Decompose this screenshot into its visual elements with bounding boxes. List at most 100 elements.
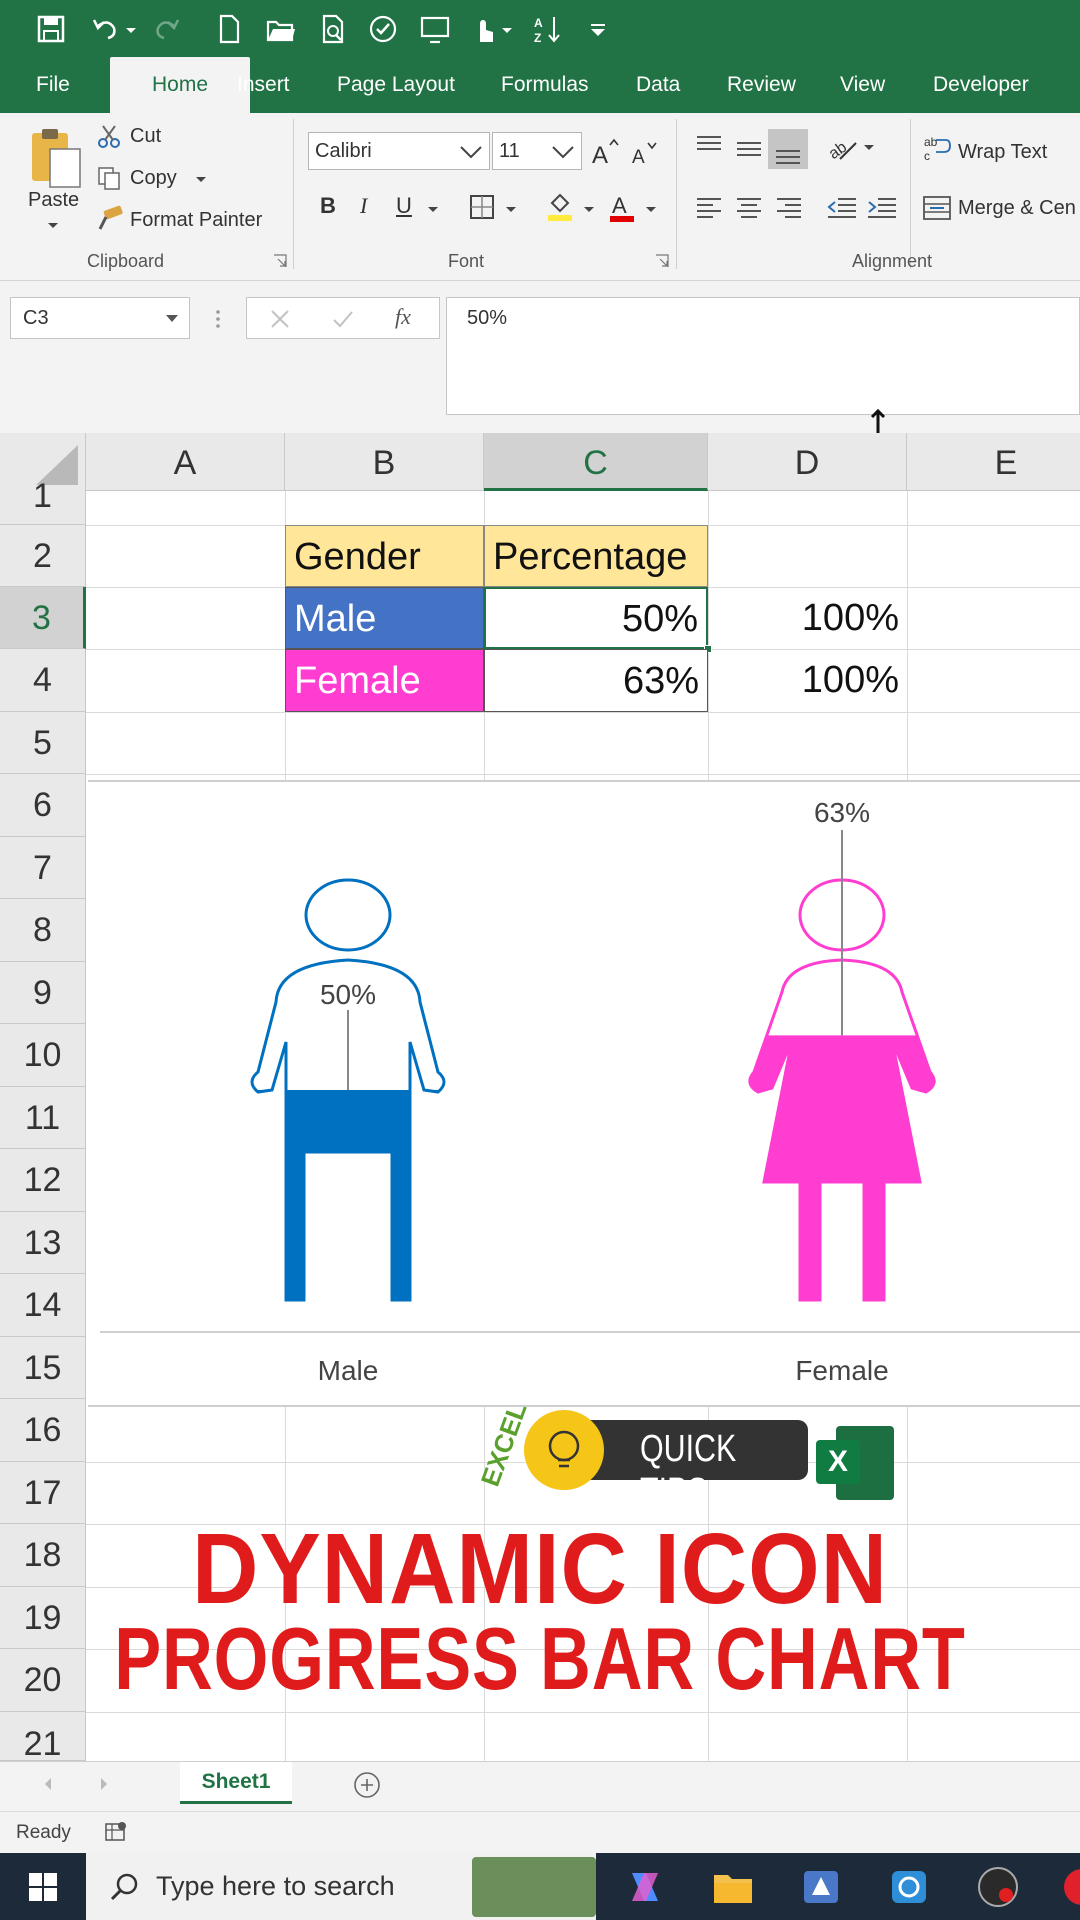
undo-icon[interactable] [88, 12, 122, 46]
macro-record-icon[interactable] [104, 1820, 128, 1844]
decrease-font-icon[interactable]: A [630, 139, 658, 167]
cell-d-male[interactable]: 100% [708, 587, 907, 649]
row-header[interactable]: 7 [0, 837, 86, 899]
paste-dropdown-icon[interactable] [46, 219, 60, 233]
bold-button[interactable]: B [320, 193, 336, 219]
more-options-icon[interactable] [212, 307, 224, 331]
row-header[interactable]: 3 [0, 587, 86, 649]
name-box-dropdown-icon[interactable] [164, 313, 180, 325]
new-file-icon[interactable] [212, 12, 246, 46]
cell-percentage-female[interactable]: 63% [484, 649, 708, 712]
fill-color-icon[interactable] [544, 191, 576, 223]
row-header[interactable]: 6 [0, 774, 86, 837]
row-header[interactable]: 13 [0, 1212, 86, 1274]
font-color-icon[interactable]: A [608, 191, 638, 223]
column-header-a[interactable]: A [86, 433, 285, 491]
font-launcher-icon[interactable] [654, 253, 670, 269]
copy-icon[interactable] [96, 165, 122, 191]
touch-dropdown-icon[interactable] [500, 12, 514, 46]
clipboard-launcher-icon[interactable] [272, 253, 288, 269]
row-header[interactable]: 11 [0, 1087, 86, 1149]
tab-insert[interactable]: Insert [237, 57, 290, 113]
redo-icon[interactable] [150, 12, 184, 46]
copy-dropdown-icon[interactable] [194, 173, 208, 187]
scroll-right-icon[interactable] [96, 1776, 112, 1792]
row-header[interactable]: 9 [0, 962, 86, 1024]
align-left-icon[interactable] [694, 195, 724, 221]
cell-gender-male[interactable]: Male [285, 587, 484, 649]
tab-developer[interactable]: Developer [933, 57, 1029, 113]
screen-capture-icon[interactable] [418, 12, 452, 46]
wrap-text-button[interactable]: Wrap Text [958, 141, 1047, 164]
tab-page-layout[interactable]: Page Layout [337, 57, 455, 113]
icon-progress-chart[interactable]: 50% 63% Male Female [88, 780, 1080, 1407]
row-header[interactable]: 12 [0, 1149, 86, 1212]
font-color-dropdown-icon[interactable] [644, 203, 658, 217]
decrease-indent-icon[interactable] [826, 195, 858, 221]
file-explorer-icon[interactable] [712, 1867, 754, 1907]
row-header[interactable]: 1 [0, 479, 86, 525]
row-header[interactable]: 14 [0, 1274, 86, 1337]
print-preview-icon[interactable] [316, 12, 350, 46]
tab-review[interactable]: Review [727, 57, 796, 113]
row-header[interactable]: 5 [0, 712, 86, 774]
sync-app-icon[interactable] [888, 1867, 930, 1907]
row-header[interactable]: 4 [0, 649, 86, 712]
orientation-dropdown-icon[interactable] [862, 141, 876, 155]
increase-indent-icon[interactable] [866, 195, 898, 221]
merge-center-icon[interactable] [922, 193, 952, 223]
touch-mode-icon[interactable] [466, 12, 500, 46]
underline-dropdown-icon[interactable] [426, 203, 440, 217]
header-cell-gender[interactable]: Gender [285, 525, 484, 587]
row-header[interactable]: 8 [0, 899, 86, 962]
borders-dropdown-icon[interactable] [504, 203, 518, 217]
paste-button[interactable]: Paste [28, 189, 79, 212]
chevron-down-icon[interactable] [458, 143, 484, 161]
column-header-e[interactable]: E [907, 433, 1080, 491]
cancel-icon[interactable] [269, 308, 291, 330]
save-icon[interactable] [34, 12, 68, 46]
cell-percentage-male[interactable]: 50% [484, 587, 708, 649]
scroll-left-icon[interactable] [40, 1776, 56, 1792]
cell-d-female[interactable]: 100% [708, 649, 907, 712]
column-header-d[interactable]: D [708, 433, 907, 491]
underline-button[interactable]: U [396, 193, 412, 219]
add-sheet-icon[interactable] [352, 1770, 382, 1800]
row-header[interactable]: 2 [0, 525, 86, 587]
name-box[interactable]: C3 [10, 297, 190, 339]
spelling-check-icon[interactable] [366, 12, 400, 46]
sheet-tab-sheet1[interactable]: Sheet1 [180, 1762, 292, 1804]
opera-icon[interactable] [1060, 1865, 1080, 1909]
align-center-icon[interactable] [734, 195, 764, 221]
fill-dropdown-icon[interactable] [582, 203, 596, 217]
app-icon[interactable] [800, 1867, 842, 1907]
increase-font-icon[interactable]: A [590, 137, 620, 167]
bottom-align-button[interactable] [768, 129, 808, 169]
format-painter-icon[interactable] [96, 205, 124, 233]
middle-align-icon[interactable] [734, 137, 764, 163]
copy-button[interactable]: Copy [130, 167, 177, 190]
chevron-down-icon[interactable] [550, 143, 576, 161]
column-header-b[interactable]: B [285, 433, 484, 491]
tab-home[interactable]: Home [110, 57, 250, 113]
formula-input[interactable]: 50% [446, 297, 1080, 415]
tab-formulas[interactable]: Formulas [501, 57, 589, 113]
cut-icon[interactable] [96, 123, 122, 149]
obs-icon[interactable] [976, 1865, 1020, 1909]
tab-file[interactable]: File [36, 57, 70, 113]
borders-icon[interactable] [468, 193, 496, 221]
cut-button[interactable]: Cut [130, 125, 161, 148]
cell-gender-female[interactable]: Female [285, 649, 484, 712]
top-align-icon[interactable] [694, 133, 724, 159]
italic-button[interactable]: I [360, 193, 367, 219]
format-painter-button[interactable]: Format Painter [130, 209, 262, 232]
insert-function-button[interactable]: fx [395, 304, 411, 330]
column-header-c[interactable]: C [484, 433, 708, 491]
row-header[interactable]: 10 [0, 1024, 86, 1087]
tab-data[interactable]: Data [636, 57, 680, 113]
taskbar-search[interactable]: Type here to search [86, 1853, 596, 1920]
header-cell-percentage[interactable]: Percentage [484, 525, 708, 587]
wrap-text-icon[interactable]: abc [922, 133, 952, 163]
sort-az-icon[interactable]: AZ [530, 12, 564, 46]
copilot-icon[interactable] [624, 1867, 666, 1907]
